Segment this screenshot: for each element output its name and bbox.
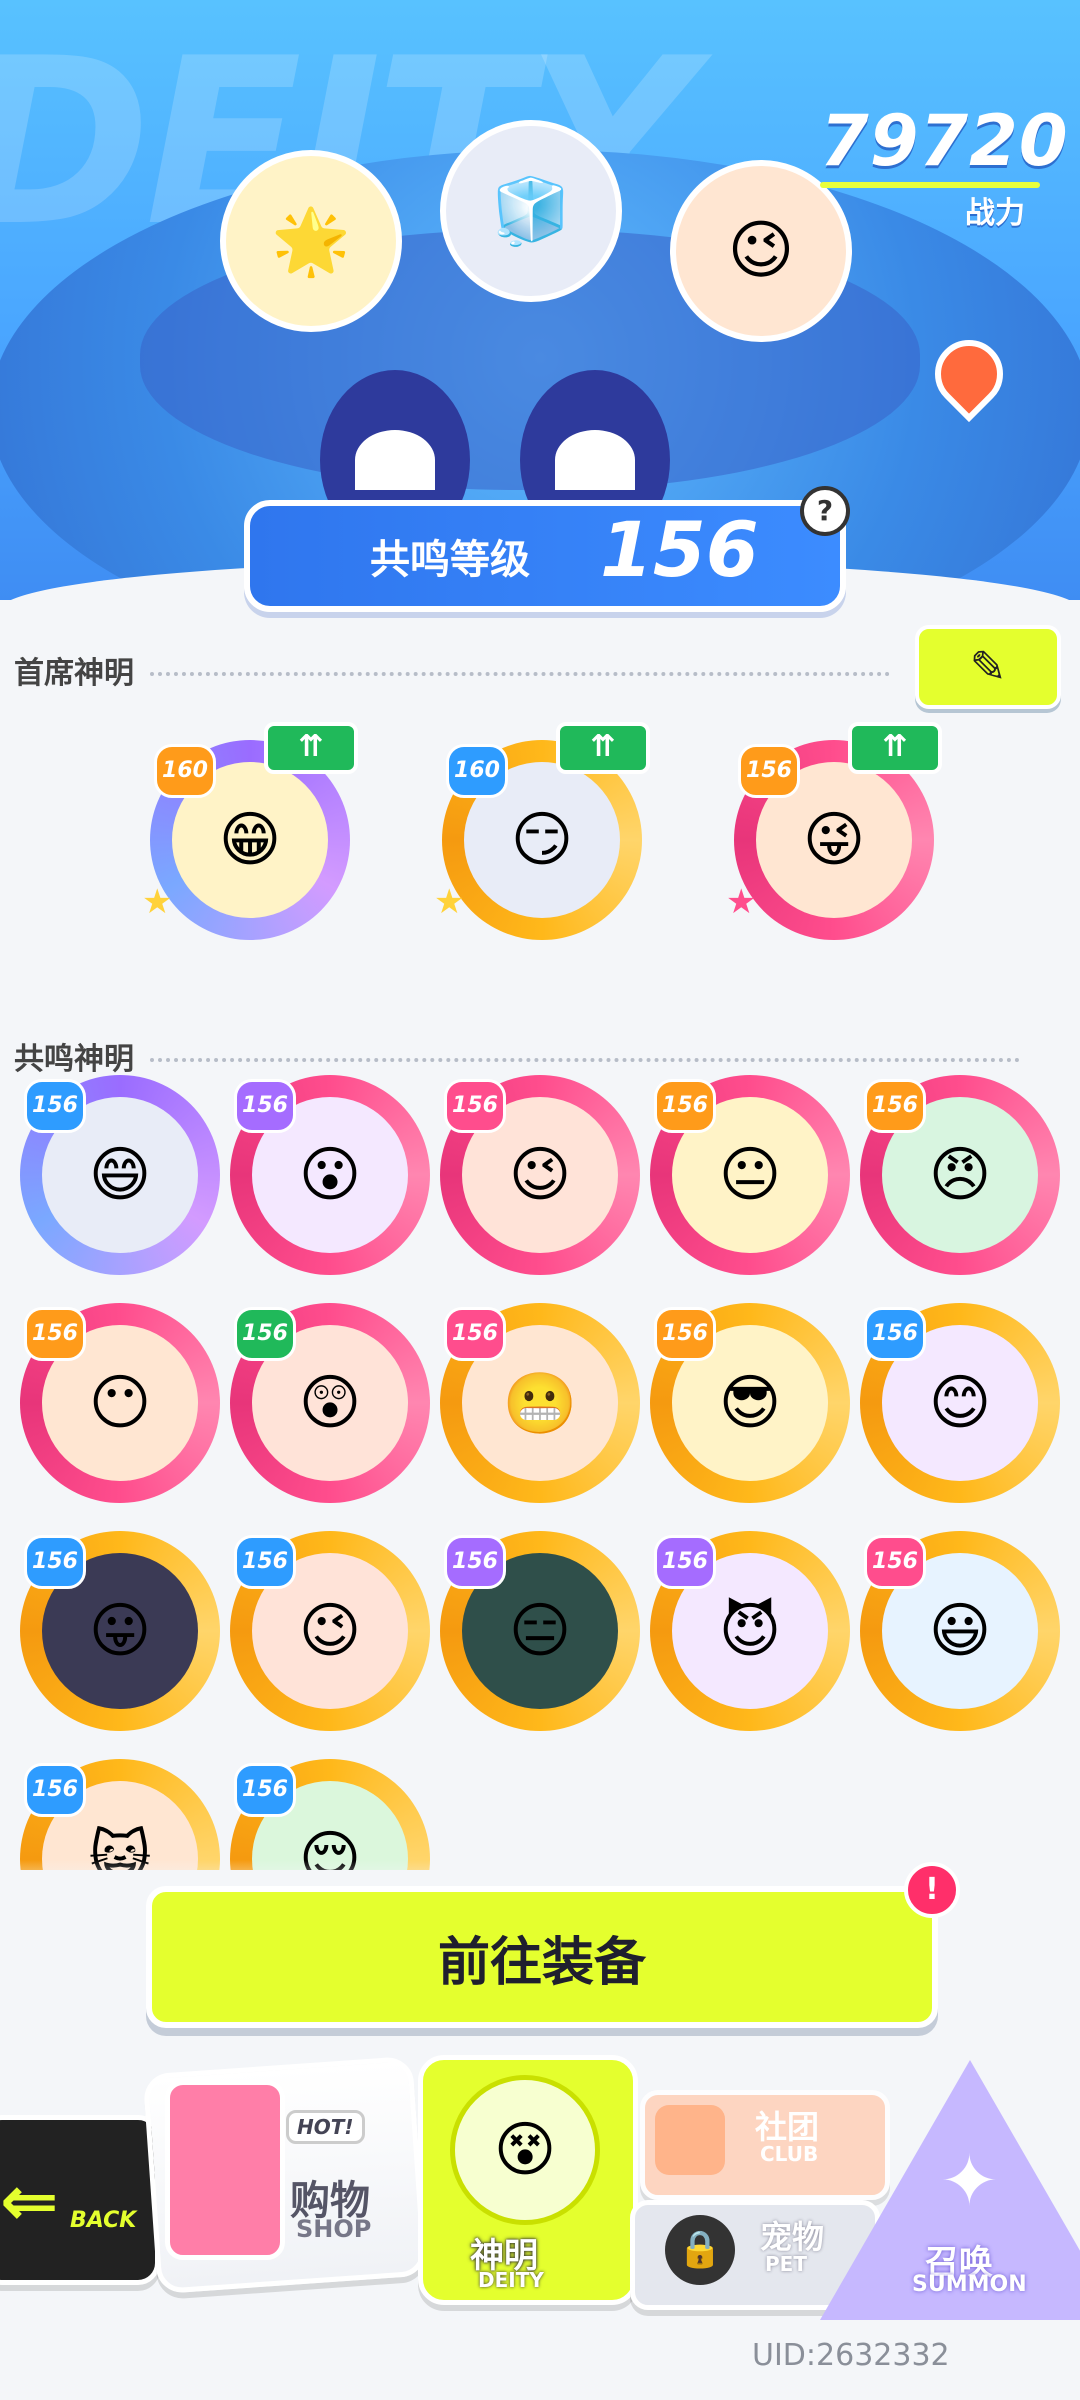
chief-divider xyxy=(150,672,890,676)
go-equip-button[interactable]: 前往装备 xyxy=(146,1886,938,2028)
upgrade-arrow-icon: ⇈ xyxy=(556,722,650,774)
deity-level-badge: 156 xyxy=(654,1307,716,1361)
resonance-deity-10[interactable]: 😊 156 xyxy=(860,1303,1060,1503)
nav-deity-sublabel: DEITY xyxy=(478,2268,544,2292)
upgrade-arrow-icon: ⇈ xyxy=(264,722,358,774)
deity-avatar-icon: 😵 xyxy=(450,2075,600,2225)
deity-level-badge: 156 xyxy=(24,1079,86,1133)
chief-deities-title: 首席神明 xyxy=(14,656,134,691)
deity-level-badge: 156 xyxy=(234,1763,296,1817)
featured-deity-1[interactable]: 🌟 xyxy=(220,150,402,332)
resonance-level-label: 共鸣等级 xyxy=(370,537,530,583)
deity-level-badge: 156 xyxy=(234,1079,296,1133)
resonance-deity-1[interactable]: 😄 156 xyxy=(20,1075,220,1275)
nav-shop-sublabel: SHOP xyxy=(296,2215,372,2243)
resonance-deity-14[interactable]: 😈 156 xyxy=(650,1531,850,1731)
notification-badge-icon: ! xyxy=(904,1862,960,1918)
deity-level-badge: 156 xyxy=(24,1307,86,1361)
vending-machine-icon xyxy=(165,2080,285,2260)
featured-deity-1-avatar: 🌟 xyxy=(271,204,351,279)
deity-level-badge: 156 xyxy=(654,1079,716,1133)
star-icon: ★ xyxy=(726,882,757,922)
resonance-deity-5[interactable]: 😠 156 xyxy=(860,1075,1060,1275)
resonance-deity-6[interactable]: 😶 156 xyxy=(20,1303,220,1503)
deity-level-badge: 156 xyxy=(444,1535,506,1589)
combat-power-label: 战力 xyxy=(965,196,1025,231)
resonance-deity-3[interactable]: 😉 156 xyxy=(440,1075,640,1275)
resonance-divider xyxy=(150,1058,1020,1062)
user-id: UID:2632332 xyxy=(752,2338,950,2373)
deity-level-badge: 156 xyxy=(24,1535,86,1589)
upgrade-arrow-icon: ⇈ xyxy=(848,722,942,774)
resonance-deity-8[interactable]: 😬 156 xyxy=(440,1303,640,1503)
deity-level-badge: 156 xyxy=(864,1535,926,1589)
deity-level-badge: 160 xyxy=(446,744,508,798)
chief-deity-1[interactable]: 😁 160 ⇈ ★ xyxy=(142,722,358,940)
featured-deity-3-avatar: 😉 xyxy=(727,214,795,288)
resonance-level-value: 156 xyxy=(600,505,759,594)
summon-star-icon: ✦ xyxy=(940,2140,999,2222)
nav-pet-sublabel: PET xyxy=(765,2252,807,2276)
help-icon[interactable]: ? xyxy=(800,486,850,536)
deity-level-badge: 156 xyxy=(864,1079,926,1133)
featured-deity-2[interactable]: 🧊 xyxy=(440,120,622,302)
edit-team-button[interactable]: ✎ xyxy=(915,625,1061,709)
resonance-deity-2[interactable]: 😮 156 xyxy=(230,1075,430,1275)
star-icon: ★ xyxy=(434,882,465,922)
deity-level-badge: 156 xyxy=(654,1535,716,1589)
chief-deity-3[interactable]: 😜 156 ⇈ ★ xyxy=(726,722,942,940)
back-label: BACK xyxy=(70,2208,137,2233)
deity-level-badge: 156 xyxy=(444,1307,506,1361)
edit-icon: ✎ xyxy=(969,641,1007,693)
resonance-deity-12[interactable]: 😉 156 xyxy=(230,1531,430,1731)
deity-level-badge: 156 xyxy=(444,1079,506,1133)
resonance-deity-13[interactable]: 😑 156 xyxy=(440,1531,640,1731)
resonance-deity-7[interactable]: 😲 156 xyxy=(230,1303,430,1503)
nav-club-sublabel: CLUB xyxy=(760,2142,819,2166)
deity-level-badge: 156 xyxy=(738,744,800,798)
deity-level-badge: 156 xyxy=(24,1763,86,1817)
star-icon: ★ xyxy=(142,882,173,922)
resonance-deity-15[interactable]: 😃 156 xyxy=(860,1531,1060,1731)
deity-level-badge: 156 xyxy=(864,1307,926,1361)
chief-deity-2[interactable]: 😏 160 ⇈ ★ xyxy=(434,722,650,940)
nav-summon-sublabel: SUMMON xyxy=(912,2272,1027,2297)
club-bag-icon xyxy=(655,2105,725,2175)
deity-level-badge: 156 xyxy=(234,1307,296,1361)
resonance-deity-11[interactable]: 😛 156 xyxy=(20,1531,220,1731)
lock-icon: 🔒 xyxy=(665,2215,735,2285)
resonance-deities-title: 共鸣神明 xyxy=(14,1042,134,1077)
hot-badge: HOT! xyxy=(286,2110,365,2144)
resonance-deity-9[interactable]: 😎 156 xyxy=(650,1303,850,1503)
combat-power-value: 79720 xyxy=(820,100,1069,182)
back-arrow-icon: ⇐ xyxy=(0,2160,59,2242)
deity-level-badge: 156 xyxy=(234,1535,296,1589)
resonance-deity-4[interactable]: 😐 156 xyxy=(650,1075,850,1275)
deity-level-badge: 160 xyxy=(154,744,216,798)
featured-deity-2-avatar: 🧊 xyxy=(491,174,571,249)
